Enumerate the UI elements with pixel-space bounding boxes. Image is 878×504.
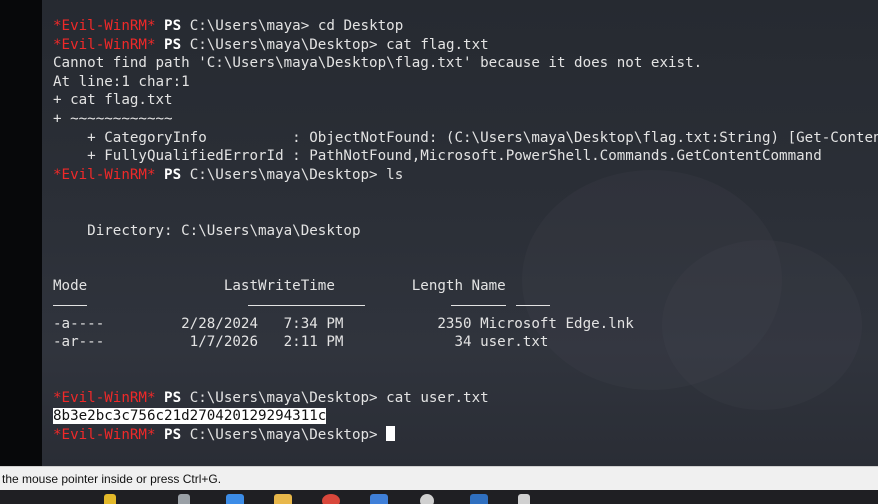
terminal-line: Mode LastWriteTime Length Name [53,277,878,296]
terminal-line: + CategoryInfo : ObjectNotFound: (C:\Use… [53,129,878,148]
column-underline-row [53,296,878,315]
prompt-name: *Evil-WinRM* [53,18,156,34]
prompt-ps: PS [164,389,182,406]
prompt-ps: PS [164,166,182,183]
terminal-line: -a---- 2/28/2024 7:34 PM 2350 Microsoft … [53,315,878,334]
prompt-path: C:\Users\maya\Desktop> [189,166,378,183]
command-text: cat user.txt [386,389,489,406]
terminal-line: *Evil-WinRM* PS C:\Users\maya\Desktop> c… [53,36,878,55]
prompt-ps: PS [164,36,182,53]
terminal-app-icon[interactable] [470,494,488,504]
prompt-ps: PS [164,427,182,444]
prompt-path: C:\Users\maya\Desktop> [189,389,378,406]
terminal-line: *Evil-WinRM* PS C:\Users\maya\Desktop> [53,426,878,445]
prompt-path: C:\Users\maya\Desktop> [189,427,378,444]
terminal-line: Directory: C:\Users\maya\Desktop [53,222,878,241]
vm-status-bar: the mouse pointer inside or press Ctrl+G… [0,466,878,490]
terminal-line: Cannot find path 'C:\Users\maya\Desktop\… [53,54,878,73]
prompt-name: *Evil-WinRM* [53,166,156,183]
left-dark-strip [0,0,42,466]
browser-icon[interactable] [322,494,340,504]
output-text: + cat flag.txt [53,92,173,109]
gear-icon[interactable] [518,494,530,504]
prompt-name: *Evil-WinRM* [53,36,156,53]
terminal-line: + FullyQualifiedErrorId : PathNotFound,M… [53,147,878,166]
prompt-name: *Evil-WinRM* [53,389,156,406]
terminal-line: -ar--- 1/7/2026 2:11 PM 34 user.txt [53,333,878,352]
terminal-line: + ~~~~~~~~~~~~ [53,110,878,129]
prompt-name: *Evil-WinRM* [53,427,156,444]
terminal-line: At line:1 char:1 [53,73,878,92]
output-text: At line:1 char:1 [53,73,190,90]
output-text: + FullyQualifiedErrorId : PathNotFound,M… [53,148,822,165]
selected-output-text: 8b3e2bc3c756c21d270420129294311c [53,408,327,425]
text-cursor[interactable] [386,426,396,442]
taskbar [0,490,878,504]
window-icon[interactable] [178,494,190,504]
output-text: + ~~~~~~~~~~~~ [53,110,173,127]
output-text: Mode LastWriteTime Length Name [53,278,506,295]
column-underline [451,304,506,306]
warning-icon[interactable] [104,494,116,504]
prompt-path: C:\Users\maya> [189,18,310,34]
terminal-line: *Evil-WinRM* PS C:\Users\maya\Desktop> c… [53,389,878,408]
command-text: cat flag.txt [386,36,489,53]
terminal-line: *Evil-WinRM* PS C:\Users\maya\Desktop> l… [53,166,878,185]
terminal-window[interactable]: *Evil-WinRM* PS C:\Users\maya> cd Deskto… [42,0,878,466]
column-underline [516,304,550,306]
output-text: Directory: C:\Users\maya\Desktop [53,222,361,239]
search-icon[interactable] [420,494,434,504]
command-text: cd Desktop [317,18,404,34]
terminal-line: *Evil-WinRM* PS C:\Users\maya> cd Deskto… [53,17,878,36]
column-underline [248,304,365,306]
folder-icon[interactable] [274,494,292,504]
output-text: -a---- 2/28/2024 7:34 PM 2350 Microsoft … [53,315,634,332]
terminal-output: *Evil-WinRM* PS C:\Users\maya> cd Deskto… [53,17,878,445]
command-text: ls [386,166,404,183]
app-icon[interactable] [370,494,388,504]
output-text: + CategoryInfo : ObjectNotFound: (C:\Use… [87,129,878,146]
output-text: -ar--- 1/7/2026 2:11 PM 34 user.txt [53,334,549,351]
terminal-line: + cat flag.txt [53,91,878,110]
monitor-icon[interactable] [226,494,244,504]
prompt-path: C:\Users\maya\Desktop> [189,36,378,53]
terminal-line: 8b3e2bc3c756c21d270420129294311c [53,407,878,426]
prompt-ps: PS [164,18,182,34]
status-bar-text: the mouse pointer inside or press Ctrl+G… [2,472,222,486]
output-text: Cannot find path 'C:\Users\maya\Desktop\… [53,55,703,72]
column-underline [53,304,87,306]
